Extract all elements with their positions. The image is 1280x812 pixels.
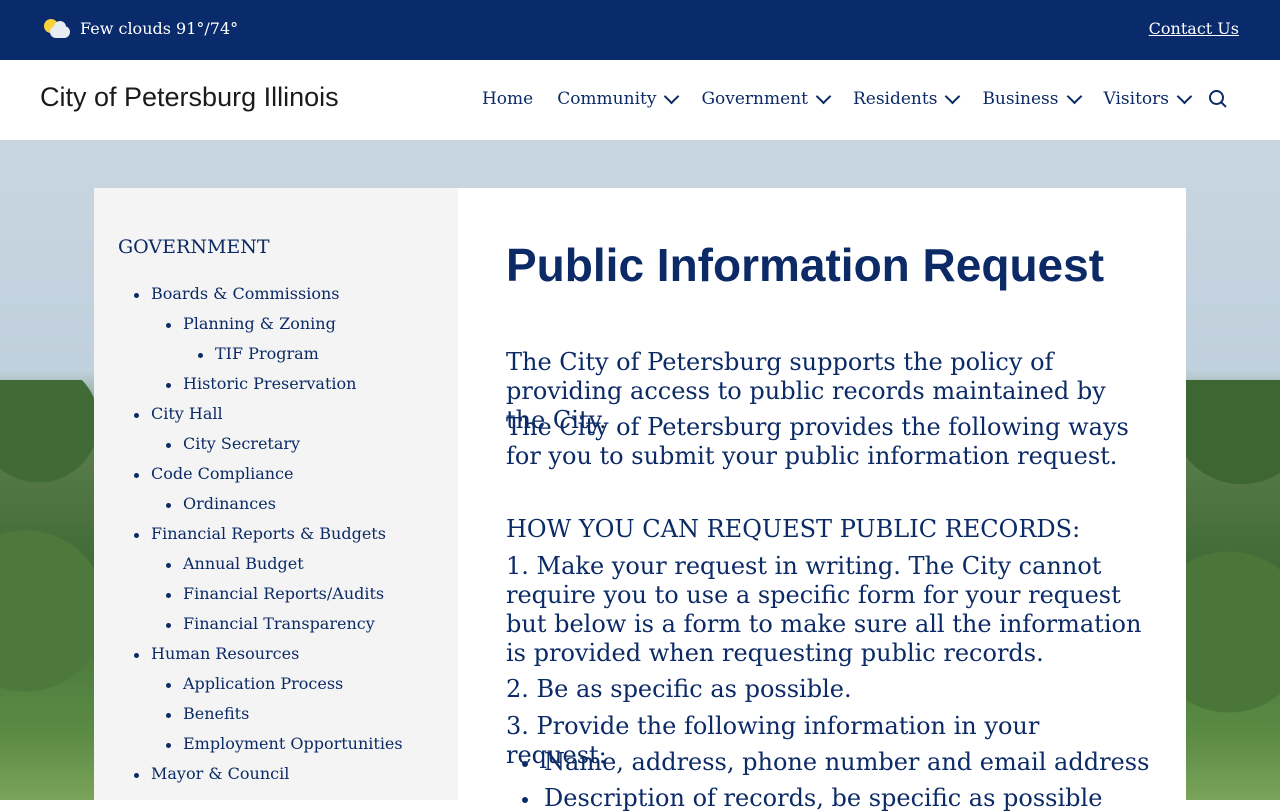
sidebar-item-financial-reports-audits[interactable]: Financial Reports/Audits (165, 584, 384, 603)
list-item: Description of records, be specific as p… (521, 784, 1103, 812)
nav-home[interactable]: Home (482, 89, 533, 109)
site-header: City of Petersburg Illinois Home Communi… (0, 60, 1280, 140)
sidebar-item-ordinances[interactable]: Ordinances (166, 494, 276, 513)
contact-us-link[interactable]: Contact Us (1149, 19, 1239, 38)
sidebar-item-application-process[interactable]: Application Process (165, 674, 343, 693)
nav-government[interactable]: Government (701, 88, 832, 109)
sidebar-item-financial-transparency[interactable]: Financial Transparency (166, 614, 375, 633)
sidebar-item-code-compliance[interactable]: Code Compliance (133, 464, 293, 483)
main-nav: Home Community Government Residents Busi… (482, 88, 1228, 110)
chevron-down-icon (815, 88, 832, 105)
nav-business-label: Business (982, 89, 1059, 109)
weather-text: Few clouds 91°/74° (80, 18, 239, 38)
sidebar-item-boards-commissions[interactable]: Boards & Commissions (133, 284, 339, 303)
chevron-down-icon (945, 88, 961, 105)
sidebar-item-historic-preservation[interactable]: Historic Preservation (165, 374, 356, 393)
nav-community-label: Community (557, 89, 657, 109)
nav-residents[interactable]: Residents (852, 88, 961, 109)
page-title: Public Information Request (506, 239, 1105, 291)
sidebar-item-mayor-council[interactable]: Mayor & Council (133, 764, 289, 783)
chevron-down-icon (1066, 88, 1082, 105)
chevron-down-icon (664, 88, 680, 105)
sidebar-item-city-secretary[interactable]: City Secretary (165, 434, 300, 453)
top-bar: Few clouds 91°/74° Contact Us (0, 0, 1280, 60)
intro-paragraph-2: The City of Petersburg provides the foll… (506, 413, 1129, 470)
step-1-text: 1. Make your request in writing. The Cit… (506, 552, 1142, 667)
list-item: Name, address, phone number and email ad… (521, 748, 1150, 776)
sidebar-item-human-resources[interactable]: Human Resources (133, 644, 299, 663)
site-title[interactable]: City of Petersburg Illinois (40, 82, 339, 113)
step-2-text: 2. Be as specific as possible. (506, 675, 852, 703)
how-to-heading: HOW YOU CAN REQUEST PUBLIC RECORDS: (506, 515, 1081, 543)
nav-visitors-label: Visitors (1103, 89, 1170, 109)
nav-business[interactable]: Business (982, 88, 1082, 109)
nav-residents-label: Residents (852, 89, 938, 109)
sidebar-title[interactable]: GOVERNMENT (118, 236, 270, 258)
sidebar-item-city-hall[interactable]: City Hall (134, 404, 223, 423)
sidebar-item-annual-budget[interactable]: Annual Budget (166, 554, 304, 573)
sidebar-item-planning-zoning[interactable]: Planning & Zoning (166, 314, 336, 333)
sidebar-item-tif-program[interactable]: TIF Program (198, 344, 319, 363)
weather-widget: Few clouds 91°/74° (44, 17, 238, 39)
nav-visitors[interactable]: Visitors (1103, 88, 1193, 109)
sidebar-item-employment-opportunities[interactable]: Employment Opportunities (166, 734, 403, 753)
nav-government-label: Government (701, 89, 808, 109)
nav-home-label: Home (481, 89, 534, 109)
nav-community[interactable]: Community (557, 88, 680, 109)
sidebar: GOVERNMENT Boards & Commissions Planning… (94, 188, 458, 800)
sidebar-item-benefits[interactable]: Benefits (165, 704, 249, 723)
content-card: GOVERNMENT Boards & Commissions Planning… (94, 188, 1186, 812)
search-icon[interactable] (1208, 88, 1228, 110)
sidebar-item-financial-reports-budgets[interactable]: Financial Reports & Budgets (134, 524, 386, 543)
chevron-down-icon (1176, 88, 1193, 105)
partly-cloudy-icon (44, 17, 70, 39)
